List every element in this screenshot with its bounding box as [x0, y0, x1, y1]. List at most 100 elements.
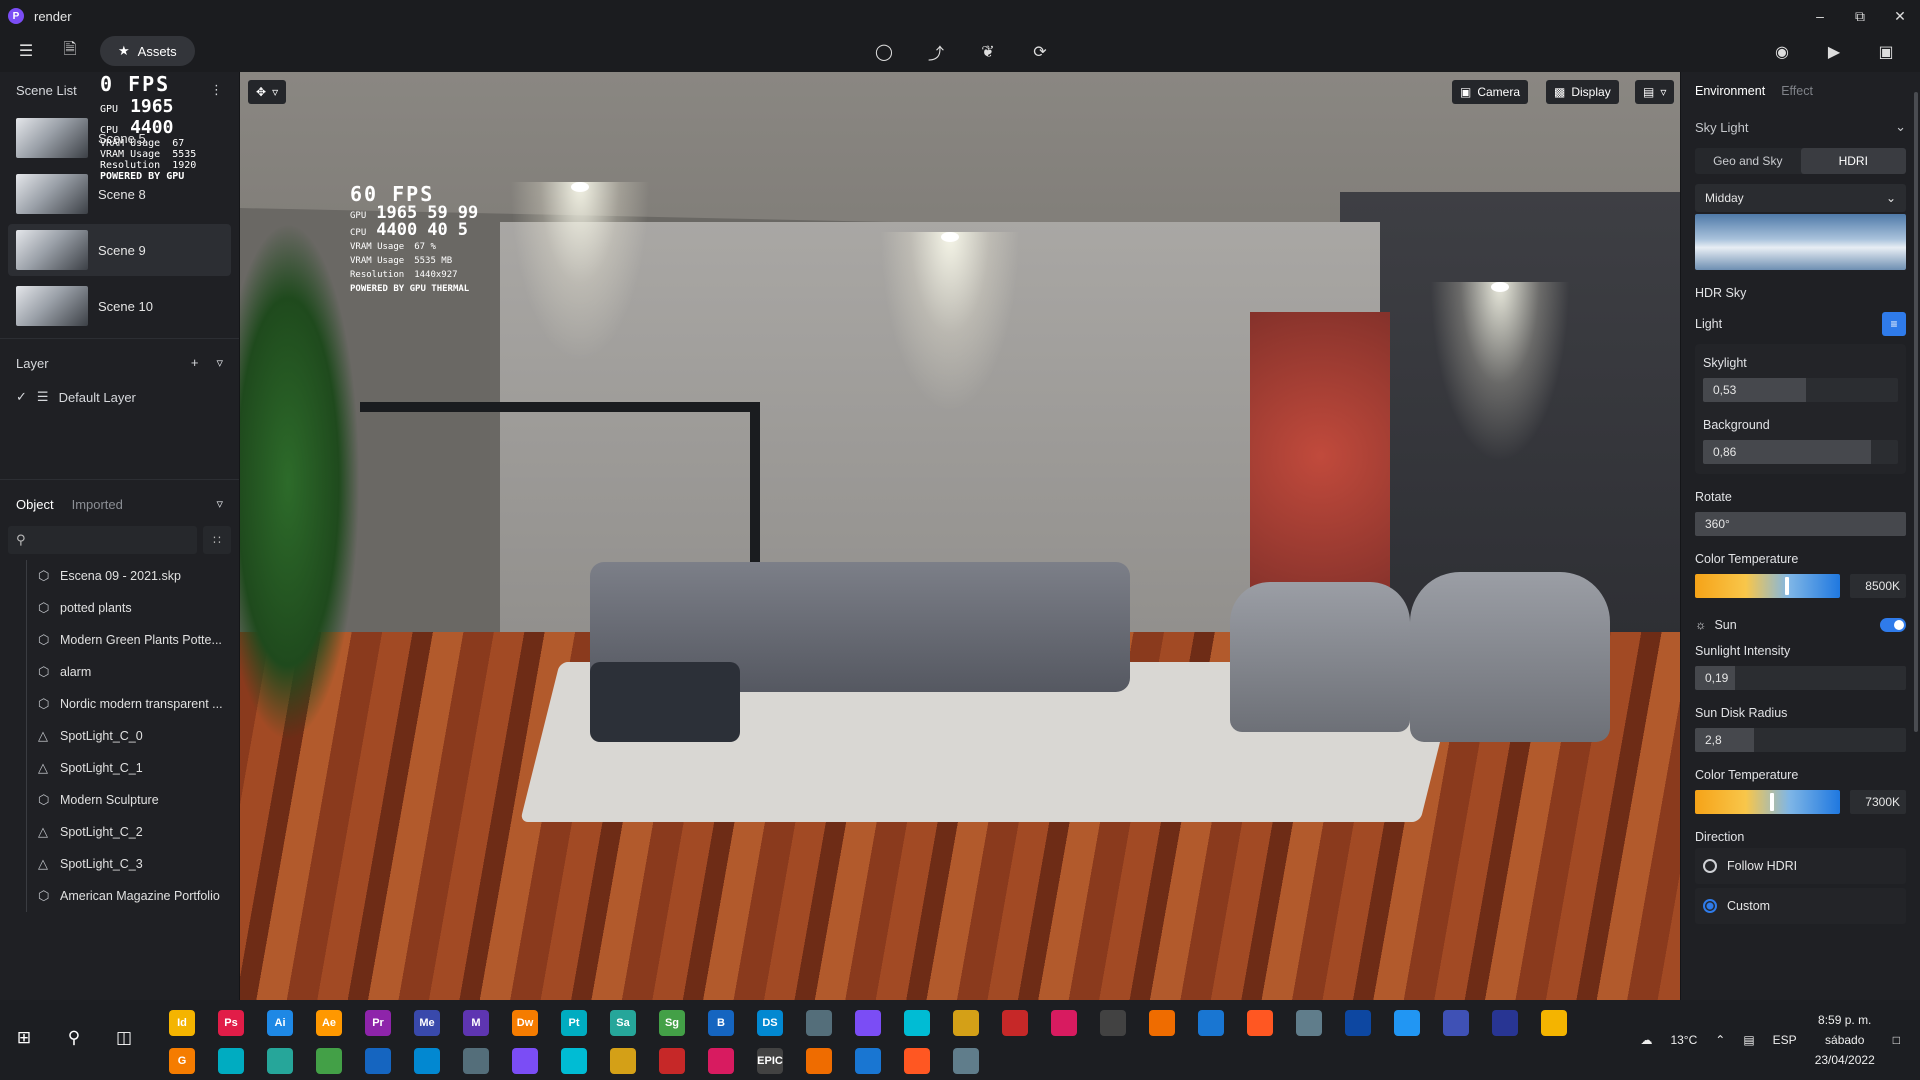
- object-row[interactable]: △ SpotLight_C_3: [0, 848, 239, 880]
- chevron-up-icon[interactable]: ⌃: [1715, 1033, 1725, 1047]
- weather-temp[interactable]: 13°C: [1670, 1033, 1697, 1047]
- taskbar-app-icon[interactable]: [414, 1048, 440, 1074]
- search-input[interactable]: ⚲: [8, 526, 197, 554]
- menu-icon[interactable]: ☰: [12, 37, 40, 65]
- object-row[interactable]: ⬡ Modern Sculpture: [0, 784, 239, 816]
- object-row[interactable]: ⬡ Nordic modern transparent ...: [0, 688, 239, 720]
- taskbar-app-icon[interactable]: M: [463, 1010, 489, 1036]
- camera-button[interactable]: ▣ Camera: [1452, 80, 1529, 104]
- taskbar-app-icon[interactable]: [1492, 1010, 1518, 1036]
- taskbar-app-icon[interactable]: [1051, 1010, 1077, 1036]
- object-row[interactable]: △ SpotLight_C_2: [0, 816, 239, 848]
- add-layer-icon[interactable]: +: [191, 355, 199, 371]
- taskbar-app-icon[interactable]: G: [169, 1048, 195, 1074]
- camera-capture-icon[interactable]: ◉: [1768, 38, 1796, 66]
- object-row[interactable]: ⬡ potted plants: [0, 592, 239, 624]
- restore-icon[interactable]: ⧉: [1840, 0, 1880, 32]
- color-temperature-slider[interactable]: [1695, 574, 1840, 598]
- minimize-icon[interactable]: –: [1800, 0, 1840, 32]
- taskbar-app-icon[interactable]: [855, 1048, 881, 1074]
- taskbar-app-icon[interactable]: Sg: [659, 1010, 685, 1036]
- taskbar-app-icon[interactable]: [904, 1048, 930, 1074]
- sun-disk-radius-slider[interactable]: 2,8: [1695, 728, 1906, 752]
- taskbar-app-icon[interactable]: [610, 1048, 636, 1074]
- taskbar-app-icon[interactable]: Sa: [610, 1010, 636, 1036]
- scene-item-selected[interactable]: Scene 9: [8, 224, 231, 276]
- taskbar-app-icon[interactable]: Dw: [512, 1010, 538, 1036]
- grid-icon[interactable]: ∷: [203, 526, 231, 554]
- weather-icon[interactable]: ☁: [1640, 1033, 1652, 1047]
- close-icon[interactable]: ✕: [1880, 0, 1920, 32]
- windows-start-icon[interactable]: ⊞: [10, 1024, 38, 1052]
- taskbar-app-icon[interactable]: [561, 1048, 587, 1074]
- skylight-slider[interactable]: 0,53: [1703, 378, 1898, 402]
- check-icon[interactable]: ✓: [16, 389, 27, 405]
- hdri-preview[interactable]: [1695, 214, 1906, 270]
- sun-color-temperature-slider[interactable]: [1695, 790, 1840, 814]
- taskbar-app-icon[interactable]: [463, 1048, 489, 1074]
- language-indicator[interactable]: ESP: [1773, 1033, 1797, 1047]
- navigation-mode-dropdown[interactable]: ✥ ▿: [248, 80, 287, 104]
- taskbar-app-icon[interactable]: [1100, 1010, 1126, 1036]
- taskbar-app-icon[interactable]: [806, 1010, 832, 1036]
- taskbar-app-icon[interactable]: Ai: [267, 1010, 293, 1036]
- notifications-icon[interactable]: □: [1893, 1033, 1900, 1047]
- taskbar-app-icon[interactable]: [1345, 1010, 1371, 1036]
- sky-light-header[interactable]: Sky Light ⌄: [1695, 110, 1906, 144]
- hdri-preset-select[interactable]: Midday ⌄: [1695, 184, 1906, 212]
- background-slider[interactable]: 0,86: [1703, 440, 1898, 464]
- taskbar-app-icon[interactable]: [1394, 1010, 1420, 1036]
- taskbar-app-icon[interactable]: DS: [757, 1010, 783, 1036]
- path-icon[interactable]: ⤴: [922, 38, 950, 66]
- taskbar-app-icon[interactable]: B: [708, 1010, 734, 1036]
- task-view-icon[interactable]: ◫: [110, 1024, 138, 1052]
- scene-item[interactable]: Scene 5: [8, 112, 231, 164]
- sun-toggle[interactable]: [1880, 618, 1906, 632]
- object-row[interactable]: △ SpotLight_C_1: [0, 752, 239, 784]
- hdri-option[interactable]: HDRI: [1800, 148, 1906, 174]
- object-row[interactable]: ⬡ American Magazine Portfolio: [0, 880, 239, 912]
- leaf-icon[interactable]: ❦: [974, 38, 1002, 66]
- scene-item[interactable]: Scene 8: [8, 168, 231, 220]
- taskbar-app-icon[interactable]: Pt: [561, 1010, 587, 1036]
- taskbar-app-icon[interactable]: Ae: [316, 1010, 342, 1036]
- clock[interactable]: 8:59 p. m. sábado 23/04/2022: [1815, 1010, 1875, 1070]
- taskbar-app-icon[interactable]: [806, 1048, 832, 1074]
- object-row[interactable]: ⬡ alarm: [0, 656, 239, 688]
- assets-button[interactable]: ★ Assets: [100, 36, 195, 66]
- taskbar-app-icon[interactable]: [1541, 1010, 1567, 1036]
- taskbar-app-icon[interactable]: Me: [414, 1010, 440, 1036]
- adjust-icon[interactable]: ≡: [1882, 312, 1906, 336]
- taskbar-app-icon[interactable]: [1149, 1010, 1175, 1036]
- taskbar-app-icon[interactable]: [1247, 1010, 1273, 1036]
- display-button[interactable]: ▩ Display: [1546, 80, 1619, 104]
- taskbar-app-icon[interactable]: [904, 1010, 930, 1036]
- taskbar-app-icon[interactable]: [855, 1010, 881, 1036]
- chevron-down-icon[interactable]: ▿: [216, 355, 223, 371]
- view-options-dropdown[interactable]: ▤ ▿: [1635, 80, 1675, 104]
- network-icon[interactable]: ▤: [1743, 1033, 1754, 1047]
- layer-row[interactable]: ✓ ☰ Default Layer: [0, 381, 239, 413]
- taskbar-app-icon[interactable]: [218, 1048, 244, 1074]
- custom-option[interactable]: Custom: [1695, 888, 1906, 924]
- object-row[interactable]: ⬡ Modern Green Plants Potte...: [0, 624, 239, 656]
- tab-environment[interactable]: Environment: [1695, 84, 1765, 98]
- right-panel-scrollbar[interactable]: [1914, 92, 1918, 732]
- taskbar-app-icon[interactable]: [953, 1010, 979, 1036]
- sun-color-temperature-value[interactable]: 7300K: [1850, 790, 1906, 814]
- taskbar-app-icon[interactable]: EPIC: [757, 1048, 783, 1074]
- taskbar-app-icon[interactable]: [1443, 1010, 1469, 1036]
- follow-hdri-option[interactable]: Follow HDRI: [1695, 848, 1906, 884]
- sunlight-intensity-slider[interactable]: 0,19: [1695, 666, 1906, 690]
- taskbar-app-icon[interactable]: [316, 1048, 342, 1074]
- scene-item[interactable]: Scene 10: [8, 280, 231, 332]
- color-temperature-value[interactable]: 8500K: [1850, 574, 1906, 598]
- inbox-icon[interactable]: ▣: [1872, 38, 1900, 66]
- rotate-slider[interactable]: 360°: [1695, 512, 1906, 536]
- taskbar-app-icon[interactable]: Pr: [365, 1010, 391, 1036]
- video-icon[interactable]: ▶: [1820, 38, 1848, 66]
- taskbar-app-icon[interactable]: [1002, 1010, 1028, 1036]
- taskbar-app-icon[interactable]: [1198, 1010, 1224, 1036]
- tab-object[interactable]: Object: [16, 497, 54, 512]
- object-row[interactable]: ⬡ Escena 09 - 2021.skp: [0, 560, 239, 592]
